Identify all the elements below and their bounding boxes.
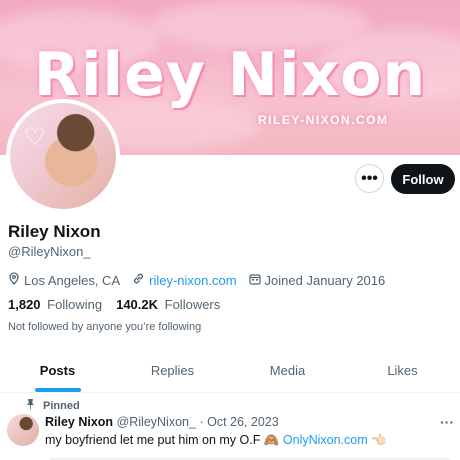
tab-posts[interactable]: Posts — [0, 356, 115, 392]
profile-tabs: Posts Replies Media Likes — [0, 356, 460, 393]
profile-website-link[interactable]: riley-nixon.com — [149, 273, 236, 288]
tab-replies[interactable]: Replies — [115, 356, 230, 392]
tab-likes[interactable]: Likes — [345, 356, 460, 392]
tweet-text[interactable]: my boyfriend let me put him on my O.F 🙈 … — [45, 433, 387, 448]
tweet-link[interactable]: OnlyNixon.com — [283, 433, 368, 447]
tweet-more-icon[interactable]: ··· — [440, 414, 454, 430]
banner-subtitle: RILEY-NIXON.COM — [258, 113, 389, 127]
pin-icon — [26, 399, 35, 413]
location-pin-icon — [8, 272, 20, 288]
tab-label: Likes — [387, 363, 418, 378]
not-followed-notice: Not followed by anyone you’re following — [8, 321, 202, 333]
pinned-label: Pinned — [26, 399, 80, 413]
following-count: 1,820 — [8, 297, 41, 312]
calendar-icon — [248, 273, 261, 288]
pinned-text: Pinned — [43, 400, 80, 412]
tab-label: Media — [269, 363, 306, 378]
followers-stat[interactable]: 140.2K Followers — [116, 297, 220, 312]
profile-stats: 1,820 Following 140.2K Followers — [8, 297, 234, 312]
followers-label: Followers — [164, 297, 221, 312]
following-stat[interactable]: 1,820 Following — [8, 297, 102, 312]
tweet-header: Riley Nixon @RileyNixon_ · Oct 26, 2023 — [45, 415, 279, 429]
profile-location: Los Angeles, CA — [24, 272, 121, 288]
tweet-author-name[interactable]: Riley Nixon — [45, 415, 113, 429]
tab-label: Replies — [150, 363, 195, 378]
tweet-author-handle[interactable]: @RileyNixon_ — [117, 415, 196, 429]
profile-meta: Los Angeles, CA riley-nixon.com Joined J… — [8, 272, 397, 288]
profile-joined-date: Joined January 2016 — [264, 272, 386, 288]
tweet-avatar[interactable] — [7, 414, 39, 446]
more-options-button[interactable]: ••• — [355, 164, 384, 193]
heart-icon: ♡ — [24, 124, 46, 151]
link-icon — [132, 272, 145, 288]
profile-avatar[interactable]: ♡ — [10, 103, 116, 209]
tab-label: Posts — [39, 363, 76, 378]
tweet-body: my boyfriend let me put him on my O.F — [45, 433, 261, 447]
tweet-date[interactable]: Oct 26, 2023 — [207, 415, 279, 429]
tab-media[interactable]: Media — [230, 356, 345, 392]
active-tab-indicator — [34, 388, 81, 392]
following-label: Following — [47, 297, 103, 312]
profile-handle: @RileyNixon_ — [8, 244, 91, 259]
pointing-hand-emoji-icon: 👈🏻 — [371, 433, 387, 447]
monkey-emoji-icon: 🙈 — [263, 433, 280, 447]
profile-name: Riley Nixon — [8, 222, 101, 241]
followers-count: 140.2K — [116, 297, 159, 312]
follow-button[interactable]: Follow — [391, 164, 455, 194]
tweet-separator: · — [199, 415, 204, 429]
